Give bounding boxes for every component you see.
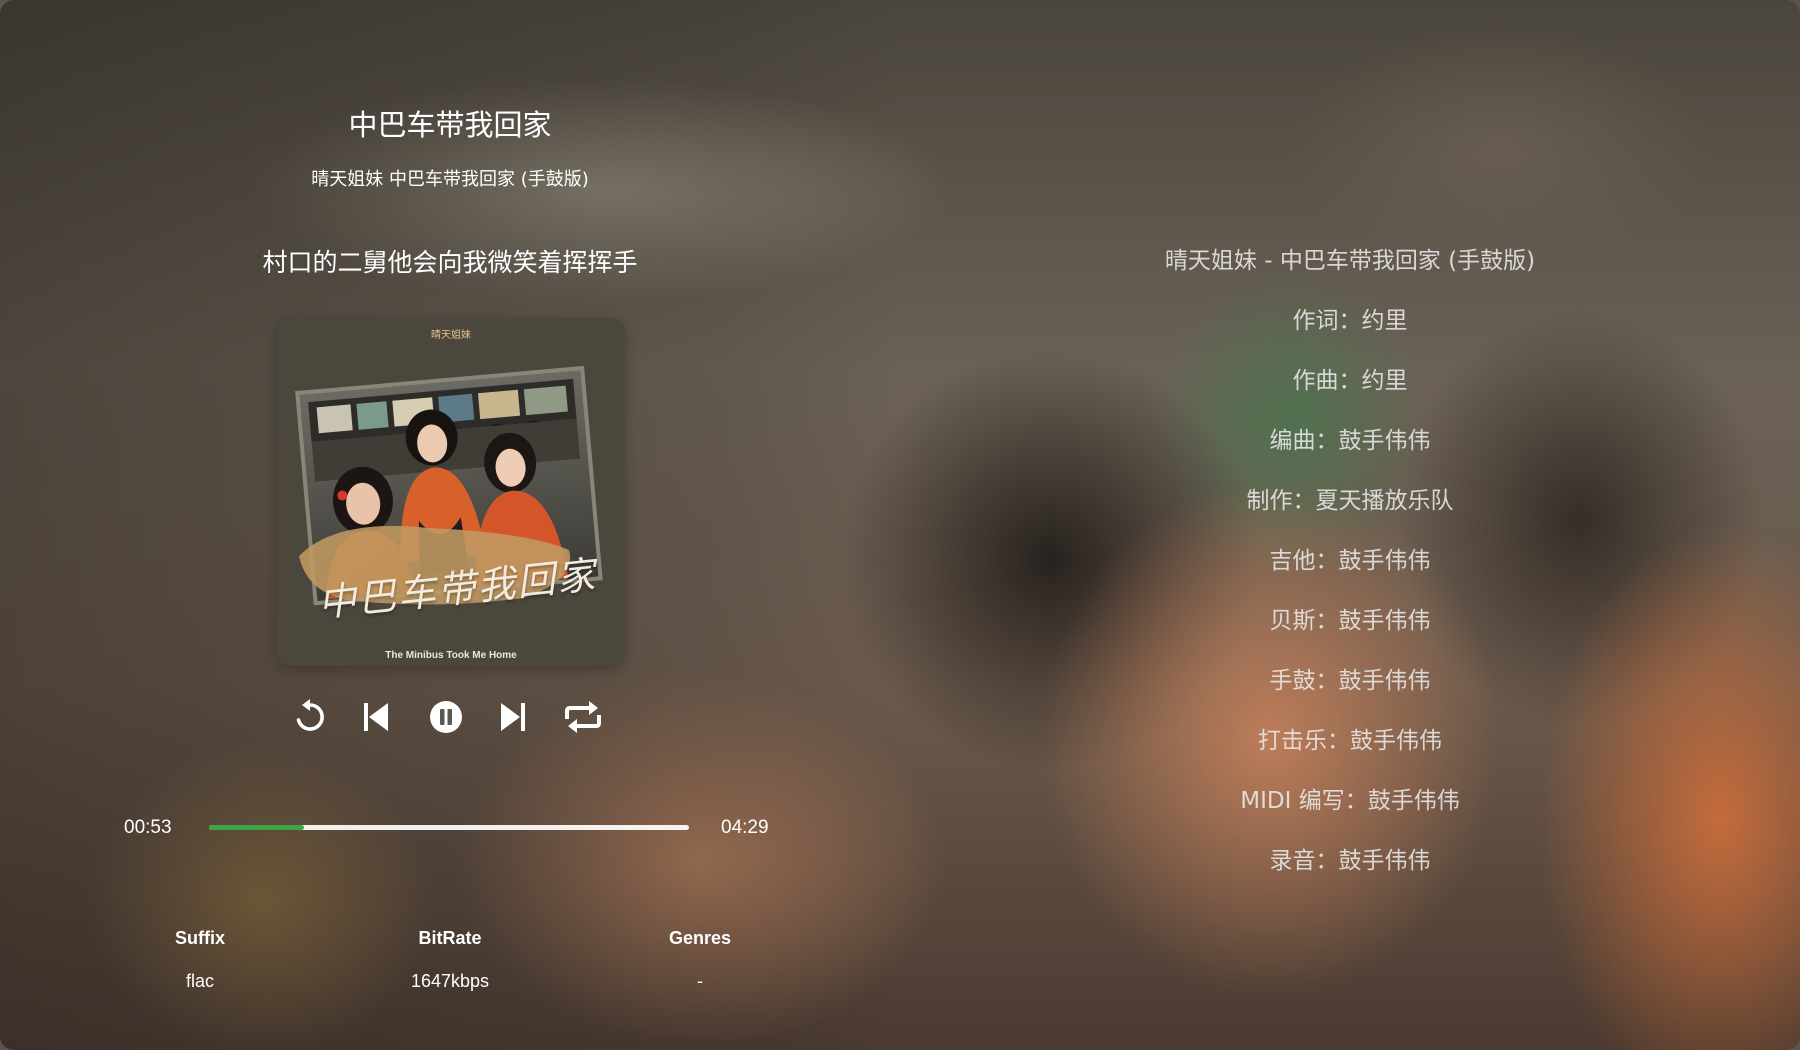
- previous-track-button[interactable]: [351, 692, 401, 742]
- cover-english-title: The Minibus Took Me Home: [385, 650, 517, 661]
- lyric-line[interactable]: 作词：约里: [1050, 306, 1650, 366]
- lyrics-panel[interactable]: 晴天姐妹 - 中巴车带我回家 (手鼓版) 作词：约里 作曲：约里 编曲：鼓手伟伟…: [1050, 246, 1650, 906]
- info-label: BitRate: [418, 928, 482, 948]
- repeat-button[interactable]: [558, 692, 608, 742]
- song-artist-album: 晴天姐妹 中巴车带我回家 (手鼓版): [311, 169, 589, 190]
- lyric-line[interactable]: 编曲：鼓手伟伟: [1050, 426, 1650, 486]
- info-genres: Genres -: [600, 928, 800, 992]
- lyric-line[interactable]: 制作：夏天播放乐队: [1050, 486, 1650, 546]
- lyric-line[interactable]: 晴天姐妹 - 中巴车带我回家 (手鼓版): [1050, 246, 1650, 306]
- info-label: Genres: [668, 928, 732, 948]
- current-lyric-line: 村口的二舅他会向我微笑着挥挥手: [262, 248, 638, 277]
- info-value: flac: [185, 971, 214, 991]
- lyric-line[interactable]: 贝斯：鼓手伟伟: [1050, 606, 1650, 666]
- cover-artist-text: 晴天姐妹: [431, 330, 471, 341]
- repeat-icon: [565, 701, 601, 733]
- info-label: Suffix: [174, 928, 225, 948]
- lyric-line[interactable]: 录音：鼓手伟伟: [1050, 846, 1650, 906]
- lyric-line[interactable]: 作曲：约里: [1050, 366, 1650, 426]
- progress-slider[interactable]: [209, 825, 689, 830]
- info-value: -: [697, 971, 703, 991]
- progress-fill: [209, 825, 304, 830]
- replay-icon: [296, 699, 324, 731]
- info-bitrate: BitRate 1647kbps: [350, 928, 550, 992]
- pause-button[interactable]: [421, 692, 471, 742]
- lyric-line[interactable]: 吉他：鼓手伟伟: [1050, 546, 1650, 606]
- info-suffix: Suffix flac: [100, 928, 300, 992]
- skip-next-icon: [501, 703, 525, 731]
- pause-icon: [430, 701, 462, 733]
- total-time: 04:29: [721, 817, 769, 838]
- album-cover: 晴天姐妹 中巴车带我回家 The Minibus Took Me Home: [277, 318, 625, 666]
- playback-controls: [285, 692, 615, 742]
- lyric-line[interactable]: 手鼓：鼓手伟伟: [1050, 666, 1650, 726]
- song-title: 中巴车带我回家: [348, 108, 552, 142]
- player-window: 中巴车带我回家 晴天姐妹 中巴车带我回家 (手鼓版) 村口的二舅他会向我微笑着挥…: [0, 0, 1800, 1050]
- info-value: 1647kbps: [410, 971, 490, 991]
- lyric-line[interactable]: MIDI 编写：鼓手伟伟: [1050, 786, 1650, 846]
- current-time: 00:53: [124, 817, 172, 838]
- replay-button[interactable]: [285, 692, 335, 742]
- next-track-button[interactable]: [488, 692, 538, 742]
- lyric-line[interactable]: 打击乐：鼓手伟伟: [1050, 726, 1650, 786]
- skip-previous-icon: [364, 703, 388, 731]
